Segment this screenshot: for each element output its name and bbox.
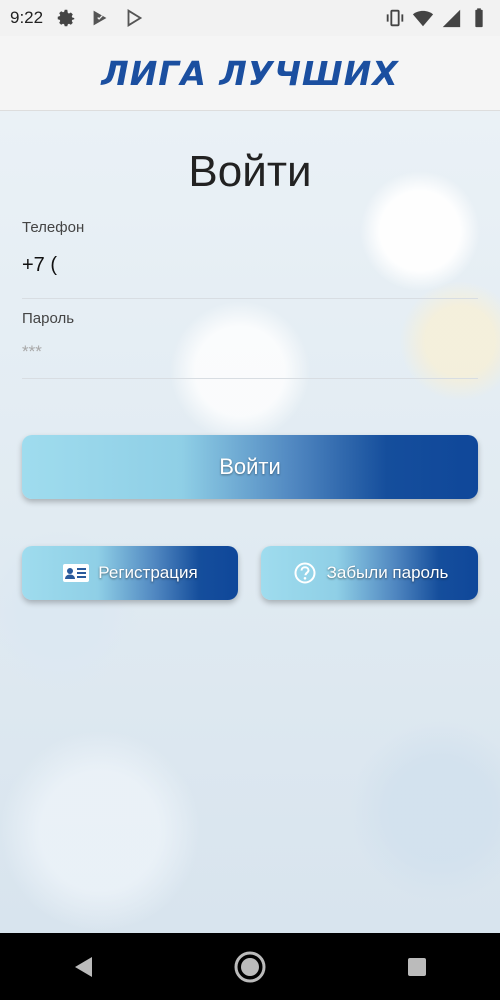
password-divider — [22, 378, 478, 379]
home-icon — [234, 951, 266, 982]
home-button[interactable] — [230, 947, 270, 987]
app-header: ЛИГА ЛУЧШИХ — [0, 36, 500, 111]
play-store-icon — [127, 9, 143, 27]
settings-icon — [57, 9, 75, 27]
signal-icon — [442, 9, 461, 28]
forgot-password-button[interactable]: Забыли пароль — [261, 546, 478, 600]
navigation-bar — [0, 933, 500, 1000]
phone-label: Телефон — [22, 219, 85, 236]
login-button[interactable]: Войти — [22, 435, 478, 499]
register-label: Регистрация — [98, 563, 198, 582]
notification-icons — [55, 7, 145, 29]
recents-icon — [407, 957, 426, 976]
phone-divider — [22, 298, 478, 299]
login-screen: Войти Телефон +7 ( Пароль *** Войти Реги… — [0, 111, 500, 933]
phone-input[interactable]: +7 ( — [22, 254, 57, 277]
logo-text: ЛИГА ЛУЧШИХ — [101, 53, 399, 93]
wifi-icon — [412, 10, 434, 27]
page-title: Войти — [188, 147, 312, 196]
back-button[interactable] — [63, 947, 103, 987]
status-bar: 9:22 — [0, 0, 500, 36]
battery-icon — [475, 8, 483, 28]
id-card-icon — [63, 564, 90, 582]
register-button[interactable]: Регистрация — [22, 546, 238, 600]
password-input[interactable]: *** — [22, 342, 42, 362]
recents-button[interactable] — [397, 947, 437, 987]
logo: ЛИГА ЛУЧШИХ — [101, 54, 398, 93]
forgot-password-label: Забыли пароль — [326, 563, 449, 582]
vibrate-icon — [386, 9, 404, 27]
password-label: Пароль — [22, 310, 75, 327]
system-status-icons — [384, 7, 490, 29]
question-circle-icon — [294, 562, 316, 584]
status-time: 9:22 — [10, 8, 44, 27]
play-protect-icon — [93, 10, 107, 26]
back-icon — [75, 956, 93, 977]
